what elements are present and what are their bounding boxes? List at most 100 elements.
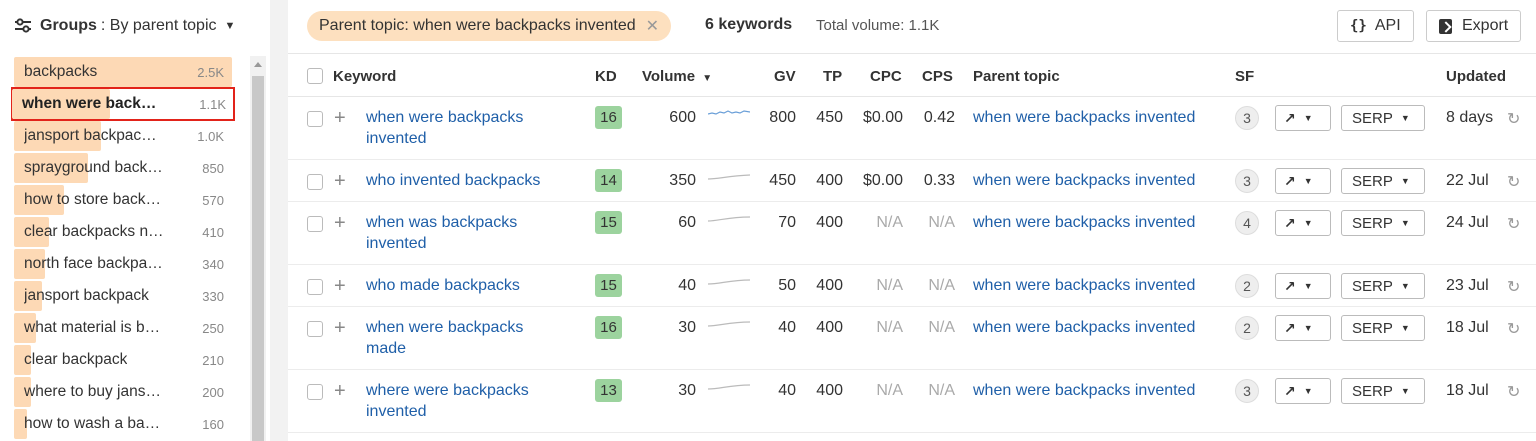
serp-dropdown[interactable]: SERP ▼: [1341, 273, 1425, 299]
chart-dropdown[interactable]: ↗ ▼: [1275, 210, 1331, 236]
cps-value: 0.33: [923, 172, 955, 189]
cps-value: 0.42: [923, 109, 955, 126]
add-to-list-icon[interactable]: +: [334, 276, 346, 296]
add-to-list-icon[interactable]: +: [334, 318, 346, 338]
group-item[interactable]: backpacks 2.5K: [14, 56, 232, 88]
select-all-checkbox[interactable]: [307, 68, 323, 84]
group-item[interactable]: how to store back… 570: [14, 184, 232, 216]
header-gv[interactable]: GV: [774, 68, 796, 85]
group-item[interactable]: north face backpa… 340: [14, 248, 232, 280]
api-button[interactable]: {} API: [1337, 10, 1414, 42]
serp-features-count[interactable]: 3: [1235, 379, 1259, 403]
groups-dropdown[interactable]: Groups : By parent topic ▼: [14, 14, 235, 38]
volume-trend-sparkline: [708, 216, 750, 222]
refresh-icon[interactable]: ↻: [1507, 382, 1520, 402]
parent-topic-link[interactable]: when were backpacks invented: [973, 214, 1195, 232]
header-kd[interactable]: KD: [595, 68, 617, 85]
group-item[interactable]: how to wash a ba… 160: [14, 408, 232, 440]
group-item-volume: 1.0K: [197, 128, 224, 144]
group-item[interactable]: what material is b… 250: [14, 312, 232, 344]
serp-features-count[interactable]: 3: [1235, 169, 1259, 193]
table-row: + who invented backpacks 14 350 450 400 $0.00 0…: [288, 160, 1536, 202]
add-to-list-icon[interactable]: +: [334, 381, 346, 401]
caret-down-icon: ▼: [1400, 386, 1410, 396]
group-item-volume: 340: [202, 256, 224, 272]
header-updated[interactable]: Updated: [1446, 68, 1506, 85]
refresh-icon[interactable]: ↻: [1507, 109, 1520, 129]
serp-dropdown[interactable]: SERP ▼: [1341, 168, 1425, 194]
header-cpc[interactable]: CPC: [870, 68, 902, 85]
trend-chart-icon: ↗: [1284, 172, 1296, 189]
group-item[interactable]: sprayground back… 850: [14, 152, 232, 184]
sidebar-scrollbar[interactable]: [250, 56, 266, 441]
total-volume: Total volume: 1.1K: [816, 17, 940, 34]
header-parent-topic[interactable]: Parent topic: [973, 68, 1060, 85]
chart-dropdown[interactable]: ↗ ▼: [1275, 315, 1331, 341]
serp-dropdown[interactable]: SERP ▼: [1341, 378, 1425, 404]
serp-features-count[interactable]: 3: [1235, 106, 1259, 130]
scroll-up-icon[interactable]: [254, 62, 262, 67]
add-to-list-icon[interactable]: +: [334, 171, 346, 191]
add-to-list-icon[interactable]: +: [334, 213, 346, 233]
serp-dropdown[interactable]: SERP ▼: [1341, 105, 1425, 131]
kd-badge: 15: [595, 274, 622, 297]
gv-value: 40: [778, 319, 796, 336]
keyword-link[interactable]: where were backpacks invented: [366, 380, 556, 422]
add-to-list-icon[interactable]: +: [334, 108, 346, 128]
group-item[interactable]: jansport backpac… 1.0K: [14, 120, 232, 152]
keyword-link[interactable]: when were backpacks made: [366, 317, 556, 359]
group-item[interactable]: where to buy jans… 200: [14, 376, 232, 408]
row-checkbox[interactable]: [307, 279, 323, 295]
tp-value: 400: [816, 277, 843, 294]
row-checkbox[interactable]: [307, 384, 323, 400]
code-braces-icon: {}: [1350, 18, 1367, 34]
keyword-link[interactable]: when were backpacks invented: [366, 107, 556, 149]
panel-divider: [270, 0, 288, 441]
chart-dropdown[interactable]: ↗ ▼: [1275, 273, 1331, 299]
refresh-icon[interactable]: ↻: [1507, 277, 1520, 297]
chart-dropdown[interactable]: ↗ ▼: [1275, 378, 1331, 404]
serp-features-count[interactable]: 2: [1235, 274, 1259, 298]
serp-dropdown[interactable]: SERP ▼: [1341, 315, 1425, 341]
group-item-volume: 1.1K: [199, 96, 226, 112]
group-item[interactable]: when were back… 1.1K: [11, 87, 235, 121]
group-item[interactable]: clear backpacks n… 410: [14, 216, 232, 248]
export-button[interactable]: Export: [1426, 10, 1522, 42]
serp-features-count[interactable]: 2: [1235, 316, 1259, 340]
header-keyword[interactable]: Keyword: [333, 68, 396, 85]
header-cps[interactable]: CPS: [922, 68, 953, 85]
keyword-link[interactable]: who invented backpacks: [366, 170, 556, 191]
chart-dropdown[interactable]: ↗ ▼: [1275, 105, 1331, 131]
close-icon[interactable]: ✕: [646, 16, 659, 36]
group-item[interactable]: clear backpack 210: [14, 344, 232, 376]
group-item[interactable]: jansport backpack 330: [14, 280, 232, 312]
refresh-icon[interactable]: ↻: [1507, 214, 1520, 234]
scrollbar-thumb[interactable]: [252, 76, 264, 441]
row-checkbox[interactable]: [307, 321, 323, 337]
group-item-label: sprayground back…: [24, 159, 163, 176]
parent-topic-link[interactable]: when were backpacks invented: [973, 382, 1195, 400]
header-volume[interactable]: Volume ▼: [642, 68, 712, 85]
row-checkbox[interactable]: [307, 174, 323, 190]
serp-dropdown[interactable]: SERP ▼: [1341, 210, 1425, 236]
refresh-icon[interactable]: ↻: [1507, 319, 1520, 339]
row-checkbox[interactable]: [307, 111, 323, 127]
refresh-icon[interactable]: ↻: [1507, 172, 1520, 192]
parent-topic-link[interactable]: when were backpacks invented: [973, 172, 1195, 190]
header-sf[interactable]: SF: [1235, 68, 1254, 85]
parent-topic-link[interactable]: when were backpacks invented: [973, 277, 1195, 295]
parent-topic-link[interactable]: when were backpacks invented: [973, 319, 1195, 337]
table-row: + when were backpacks made 16 30 40 400 N/A N/A…: [288, 307, 1536, 370]
keyword-link[interactable]: who made backpacks: [366, 275, 556, 296]
row-checkbox[interactable]: [307, 216, 323, 232]
trend-chart-icon: ↗: [1284, 109, 1296, 126]
parent-topic-filter-chip[interactable]: Parent topic: when were backpacks invent…: [307, 11, 672, 41]
parent-topic-link[interactable]: when were backpacks invented: [973, 109, 1195, 127]
header-tp[interactable]: TP: [823, 68, 842, 85]
tp-value: 400: [816, 214, 843, 231]
keyword-link[interactable]: when was backpacks invented: [366, 212, 556, 254]
serp-dropdown-label: SERP: [1352, 382, 1393, 400]
serp-features-count[interactable]: 4: [1235, 211, 1259, 235]
chart-dropdown[interactable]: ↗ ▼: [1275, 168, 1331, 194]
tp-value: 400: [816, 172, 843, 189]
